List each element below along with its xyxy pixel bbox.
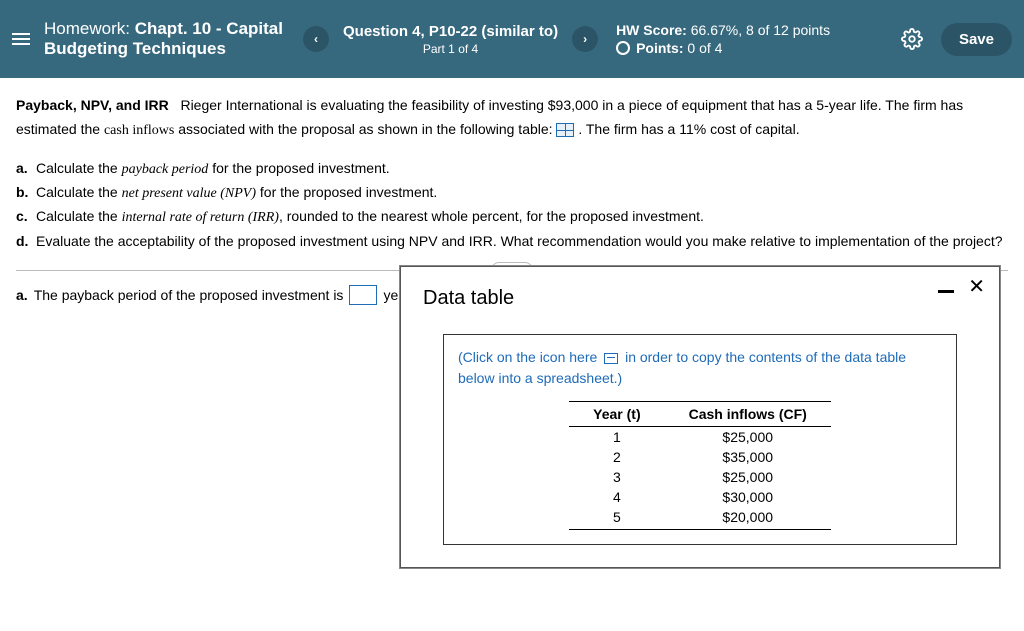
table-row: 3$25,000 [569,467,831,487]
col-cf-header: Cash inflows (CF) [665,402,831,427]
problem-statement: Payback, NPV, and IRR Rieger Internation… [16,94,1008,143]
gear-icon[interactable] [901,28,923,50]
answer-pre-text: The payback period of the proposed inves… [34,287,344,303]
question-b: b. Calculate the net present value (NPV)… [16,181,1008,205]
hw-score-label: HW Score: [616,22,691,38]
data-table-popup: ✕ Data table (Click on the icon here in … [400,266,1000,568]
minimize-icon[interactable] [938,290,954,293]
hw-score-value: 66.67%, 8 of 12 points [691,22,830,38]
problem-topic: Payback, NPV, and IRR [16,97,169,113]
app-header: Homework: Chapt. 10 - Capital Budgeting … [0,0,1024,78]
col-year-header: Year (t) [569,402,664,427]
answer-label-a: a. [16,287,28,303]
prev-question-button[interactable]: ‹ [303,26,329,52]
part-label: Part 1 of 4 [343,42,558,56]
popup-controls: ✕ [938,277,985,297]
points-label: Points: [636,40,687,56]
popup-inner: (Click on the icon here in order to copy… [443,334,957,545]
popup-title: Data table [423,287,977,310]
question-c: c. Calculate the internal rate of return… [16,205,1008,229]
copy-to-spreadsheet-icon[interactable] [604,353,618,364]
table-row: 5$20,000 [569,507,831,530]
table-row: 2$35,000 [569,447,831,467]
table-row: 4$30,000 [569,487,831,507]
question-list: a. Calculate the payback period for the … [16,157,1008,253]
payback-period-input[interactable] [349,285,377,305]
question-label: Question 4, P10-22 (similar to) [343,23,558,40]
assignment-title-block: Homework: Chapt. 10 - Capital Budgeting … [44,19,283,59]
menu-icon[interactable] [12,33,30,45]
question-d: d. Evaluate the acceptability of the pro… [16,230,1008,252]
question-a: a. Calculate the payback period for the … [16,157,1008,181]
data-table-icon[interactable] [556,123,574,137]
header-actions: Save [901,23,1012,56]
copy-instruction: (Click on the icon here in order to copy… [458,347,942,389]
score-block: HW Score: 66.67%, 8 of 12 points Points:… [616,22,901,56]
table-body: 1$25,000 2$35,000 3$25,000 4$30,000 5$20… [569,427,831,530]
table-row: 1$25,000 [569,427,831,448]
question-indicator: Question 4, P10-22 (similar to) Part 1 o… [343,23,558,56]
close-icon[interactable]: ✕ [968,277,985,297]
cash-inflows-table: Year (t) Cash inflows (CF) 1$25,000 2$35… [569,401,831,530]
problem-intro-3: . The firm has a 11% cost of capital. [574,121,799,137]
save-button[interactable]: Save [941,23,1012,56]
homework-title-line2: Budgeting Techniques [44,39,283,59]
problem-intro-2: associated with the proposal as shown in… [174,121,556,137]
homework-title-line1: Chapt. 10 - Capital [135,19,283,38]
cash-inflows-term: cash inflows [104,123,174,138]
points-value: 0 of 4 [687,40,722,56]
homework-label: Homework: [44,19,135,38]
next-question-button[interactable]: › [572,26,598,52]
points-circle-icon [616,41,630,55]
